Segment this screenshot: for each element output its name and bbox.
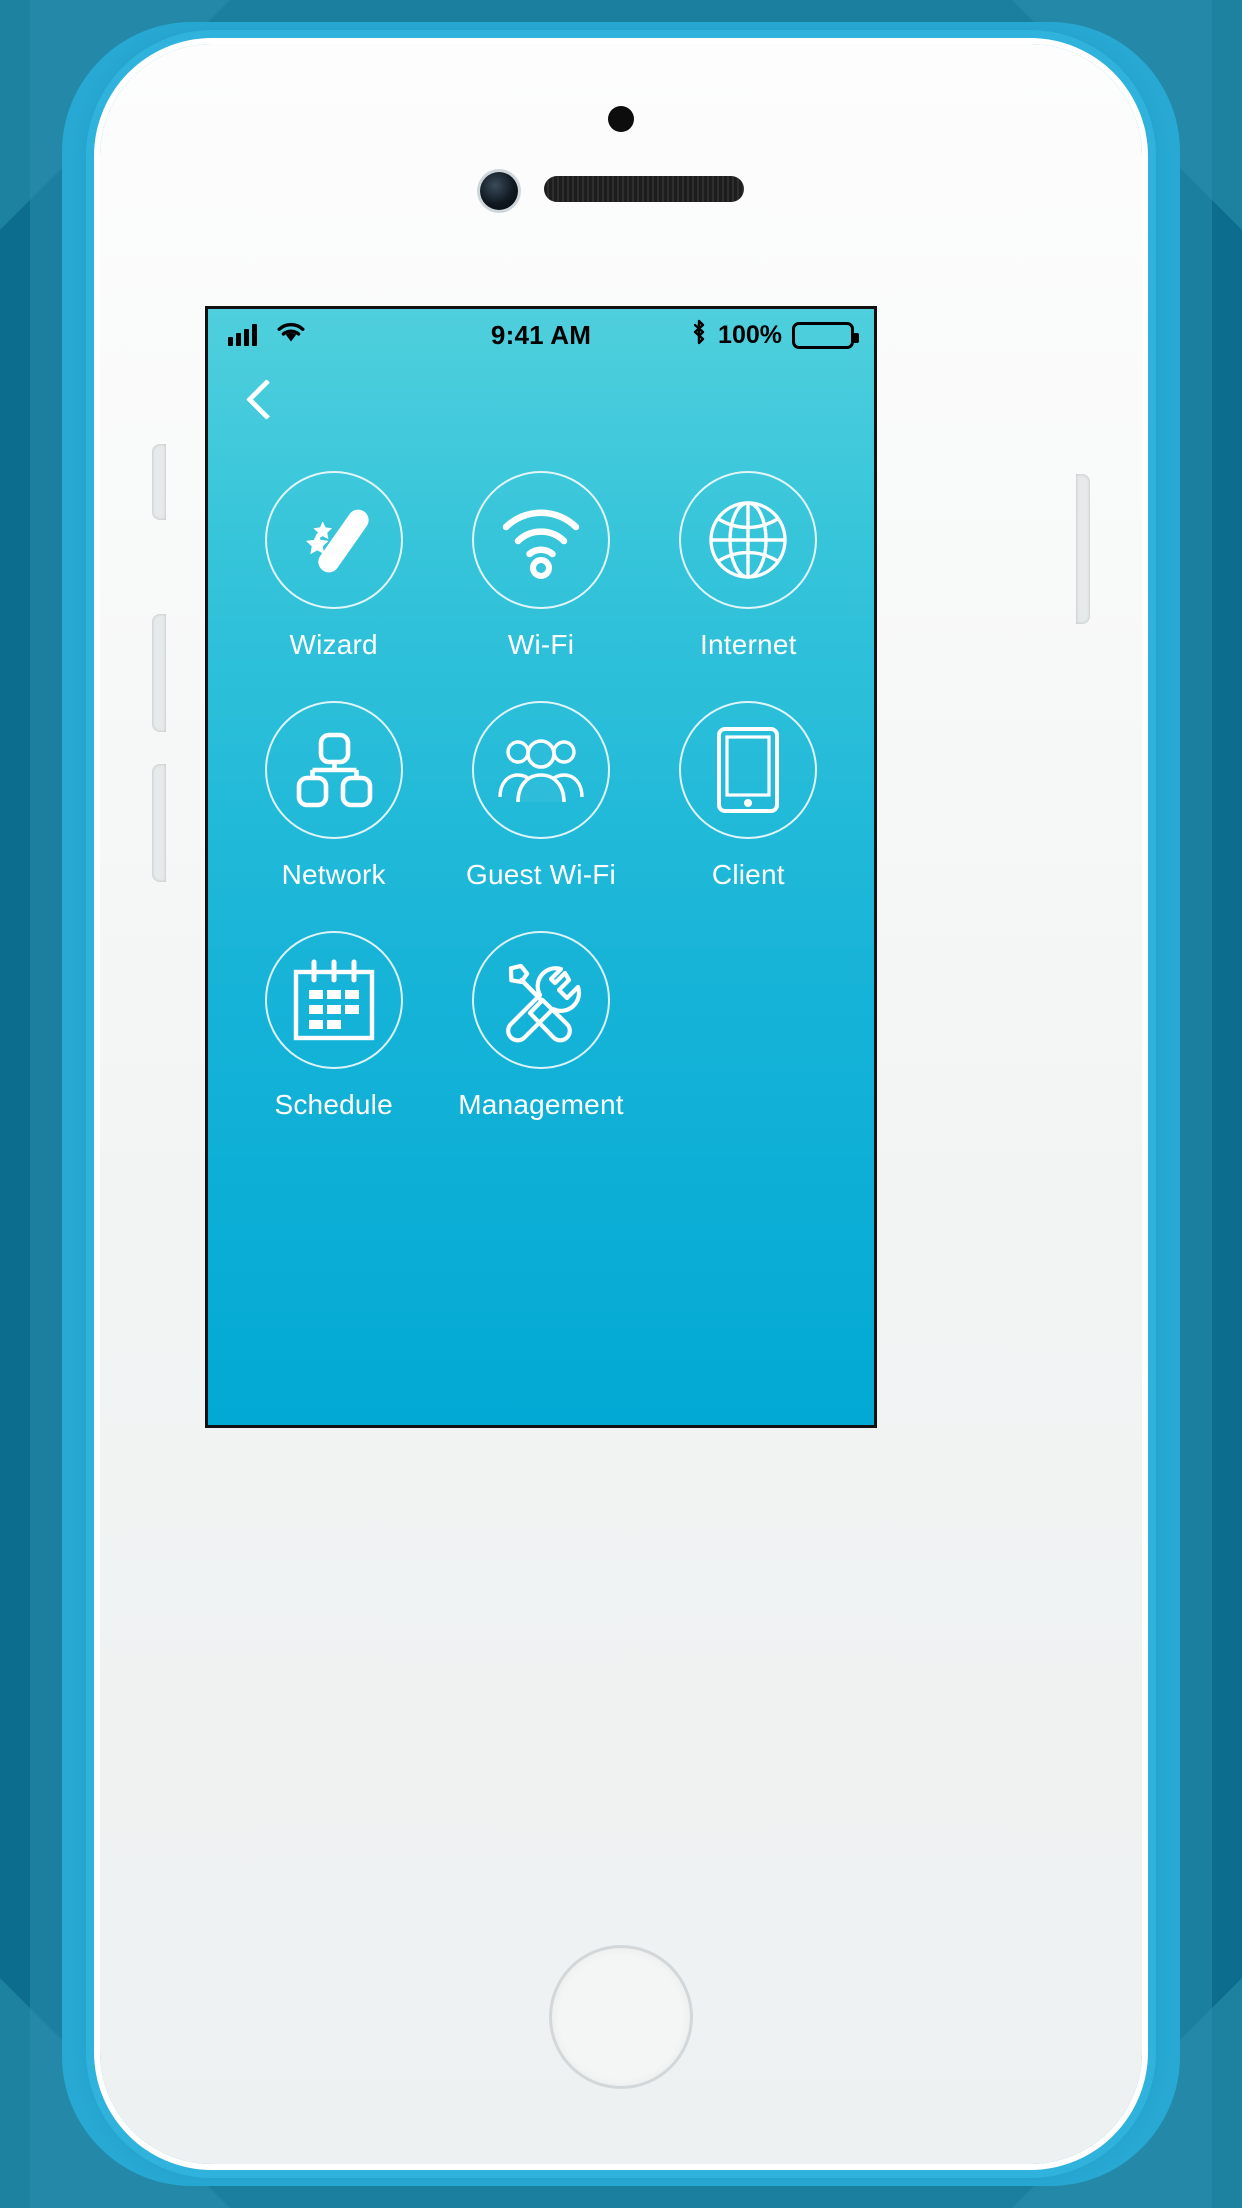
status-bar: 9:41 AM 100% (208, 309, 874, 361)
menu-item-schedule[interactable]: Schedule (230, 931, 437, 1121)
menu-item-circle (471, 931, 610, 1069)
menu-item-label: Wizard (289, 629, 378, 660)
menu-item-internet[interactable]: Internet (645, 471, 852, 661)
globe-icon (705, 497, 791, 583)
navigation-bar (208, 361, 874, 439)
bluetooth-icon (690, 318, 708, 353)
backdrop-left-edge (0, 0, 30, 2208)
battery-full-icon (792, 321, 859, 349)
menu-item-circle (264, 701, 403, 839)
menu-item-circle (679, 701, 818, 839)
tools-wrench-screwdriver-icon (497, 956, 585, 1044)
menu-grid: Wizard Wi-Fi Internet Network Guest Wi-F… (208, 439, 874, 1121)
menu-item-circle (471, 701, 610, 839)
mute-switch-button[interactable] (152, 444, 166, 520)
status-bar-right: 100% (690, 318, 859, 353)
proximity-sensor-icon (608, 106, 634, 132)
menu-item-circle (471, 471, 610, 609)
volume-down-button[interactable] (152, 764, 166, 882)
menu-item-circle (679, 471, 818, 609)
menu-item-guest-wifi[interactable]: Guest Wi-Fi (437, 701, 644, 891)
volume-up-button[interactable] (152, 614, 166, 732)
menu-item-label: Guest Wi-Fi (466, 859, 616, 890)
menu-item-client[interactable]: Client (645, 701, 852, 891)
phone-body: 9:41 AM 100% Wizard Wi-Fi Internet Netwo… (100, 44, 1142, 2164)
chevron-left-icon[interactable] (238, 377, 284, 423)
menu-item-management[interactable]: Management (437, 931, 644, 1121)
front-camera-icon (480, 172, 518, 210)
tablet-device-icon (716, 726, 780, 814)
menu-item-label: Wi-Fi (507, 629, 575, 660)
magic-wand-icon (291, 497, 377, 583)
menu-item-label: Internet (700, 629, 797, 660)
power-button[interactable] (1076, 474, 1090, 624)
phone-screen: 9:41 AM 100% Wizard Wi-Fi Internet Netwo… (205, 306, 877, 1428)
backdrop-right-edge (1212, 0, 1242, 2208)
menu-item-label: Management (458, 1089, 624, 1120)
network-hierarchy-icon (291, 730, 377, 810)
menu-item-network[interactable]: Network (230, 701, 437, 891)
people-group-icon (494, 735, 588, 805)
menu-item-label: Network (281, 859, 386, 890)
menu-item-wizard[interactable]: Wizard (230, 471, 437, 661)
earpiece-speaker-grille (544, 176, 744, 202)
menu-item-circle (264, 471, 403, 609)
wifi-signal-icon (498, 501, 584, 579)
home-button[interactable] (552, 1948, 690, 2086)
menu-item-circle (264, 931, 403, 1069)
menu-item-wifi[interactable]: Wi-Fi (437, 471, 644, 661)
calendar-icon (292, 959, 376, 1041)
phone-device-frame: 9:41 AM 100% Wizard Wi-Fi Internet Netwo… (62, 22, 1180, 2186)
menu-item-label: Client (711, 859, 785, 890)
menu-item-label: Schedule (274, 1089, 393, 1120)
battery-percent-label: 100% (718, 320, 782, 349)
